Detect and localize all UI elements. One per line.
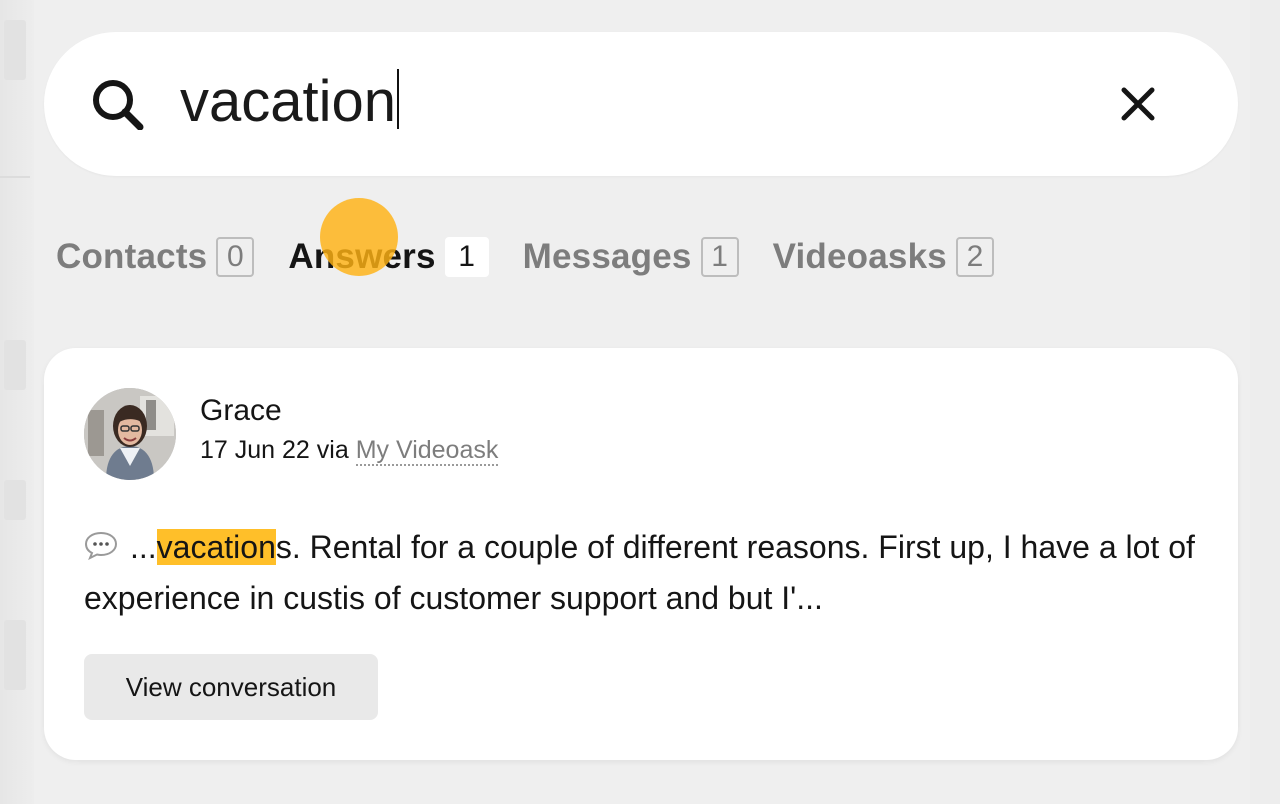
tab-videoasks[interactable]: Videoasks 2 — [773, 237, 994, 277]
result-tabs: Contacts 0 Answers 1 Messages 1 Videoask… — [56, 232, 1028, 282]
tab-messages[interactable]: Messages 1 — [523, 237, 739, 277]
background-shape — [4, 20, 26, 80]
search-bar[interactable]: vacation — [44, 32, 1238, 176]
search-icon — [90, 78, 146, 131]
search-input-value: vacation — [180, 69, 397, 134]
snippet-prefix: ... — [130, 529, 157, 565]
contact-name: Grace — [200, 394, 282, 427]
tab-answers[interactable]: Answers 1 — [288, 237, 489, 277]
background-shape — [4, 480, 26, 520]
background-divider — [0, 176, 30, 178]
answer-result-card: Grace 17 Jun 22 via My Videoask ...vacat… — [44, 348, 1238, 760]
tab-count-badge: 1 — [444, 237, 489, 277]
tab-label: Contacts — [56, 237, 208, 276]
close-icon[interactable] — [1112, 78, 1164, 130]
answer-date: 17 Jun 22 — [200, 436, 310, 464]
tab-label: Answers — [288, 237, 436, 276]
background-shape — [4, 620, 26, 690]
tab-count-badge: 2 — [955, 237, 994, 277]
search-input[interactable]: vacation — [180, 64, 400, 140]
background-app-edge-right — [1250, 0, 1280, 804]
search-results-page: vacation Contacts 0 Answers 1 Messages 1… — [0, 0, 1280, 804]
tab-contacts[interactable]: Contacts 0 — [56, 237, 255, 277]
avatar — [84, 388, 176, 480]
source-videoask-link[interactable]: My Videoask — [355, 436, 499, 466]
tab-count-badge: 1 — [700, 237, 739, 277]
tab-count-badge: 0 — [216, 237, 255, 277]
speech-bubble-icon — [84, 524, 118, 561]
via-label: via — [316, 436, 349, 464]
tab-label: Messages — [522, 237, 692, 276]
background-app-edge — [0, 0, 34, 804]
search-term-highlight: vacation — [156, 529, 276, 565]
answer-meta: 17 Jun 22 via My Videoask — [200, 436, 499, 466]
answer-snippet: ...vacations. Rental for a couple of dif… — [84, 522, 1204, 624]
text-caret — [397, 69, 400, 129]
background-shape — [4, 340, 26, 390]
view-conversation-button[interactable]: View conversation — [84, 654, 378, 720]
tab-label: Videoasks — [772, 237, 947, 276]
